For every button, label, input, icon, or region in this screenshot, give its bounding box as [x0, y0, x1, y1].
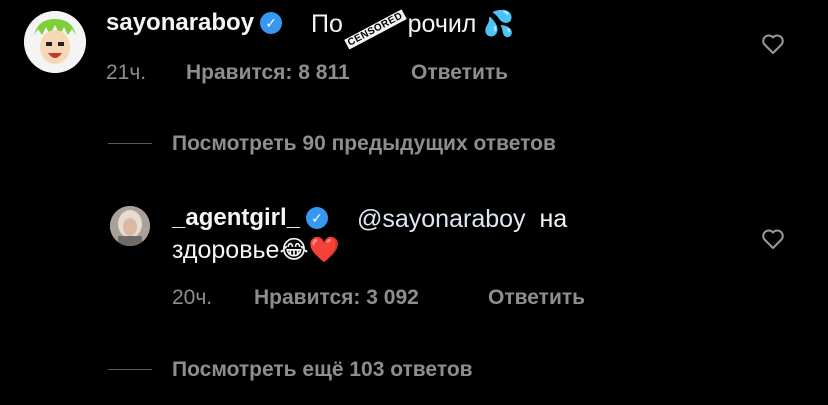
view-more-replies[interactable]: Посмотреть ещё 103 ответов [172, 358, 473, 382]
comment-text: По CENSORED рочил 💦 [311, 9, 515, 50]
mention-link[interactable]: @sayonaraboy [357, 205, 526, 233]
reply-like-heart-icon[interactable] [761, 228, 785, 250]
censored-stamp: CENSORED [344, 9, 407, 50]
verified-badge-icon: ✓ [260, 12, 283, 34]
red-heart-emoji: ❤️ [308, 236, 340, 264]
laughing-emoji: 😂 [279, 236, 309, 264]
more-replies-divider [108, 369, 152, 370]
avatar-agentgirl[interactable] [110, 206, 150, 246]
reply-reply-button[interactable]: Ответить [488, 286, 585, 310]
reply-time: 20ч. [172, 286, 213, 309]
comment-username[interactable]: sayonaraboy [106, 9, 254, 36]
avatar-sayonaraboy[interactable] [24, 11, 86, 73]
like-heart-icon[interactable] [761, 33, 785, 55]
verified-badge-icon: ✓ [306, 207, 329, 229]
replies-divider [108, 143, 152, 144]
reply-text-line1: @sayonaraboy на [357, 205, 568, 233]
comment-time: 21ч. [106, 61, 147, 84]
reply-username[interactable]: _agentgirl_ [172, 204, 300, 231]
avatar-photo [110, 206, 150, 246]
likes-count[interactable]: Нравится: 8 811 [186, 61, 350, 85]
reply-likes-count[interactable]: Нравится: 3 092 [254, 286, 419, 310]
view-previous-replies[interactable]: Посмотреть 90 предыдущих ответов [172, 132, 556, 156]
avatar-illustration [24, 11, 86, 73]
water-drops-emoji: 💦 [483, 10, 515, 38]
reply-button[interactable]: Ответить [411, 61, 508, 85]
reply-text-line2: здоровье😂❤️ [172, 236, 340, 264]
